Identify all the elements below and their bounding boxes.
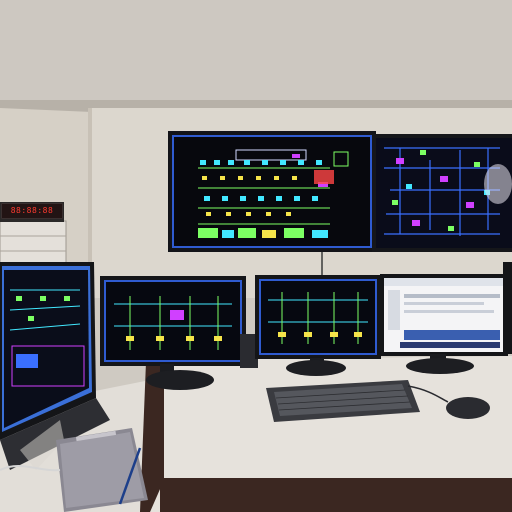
- desk-front-edge: [160, 478, 512, 512]
- control-room-scene: 88:88:88: [0, 0, 512, 512]
- scene-graphic: [0, 0, 512, 512]
- digital-clock: 88:88:88: [1, 203, 63, 219]
- wall-monitor-right: [372, 134, 512, 252]
- equipment-rack: [0, 220, 67, 267]
- ceiling: [0, 0, 512, 110]
- mouse: [446, 397, 490, 419]
- desk-monitor-4: [503, 262, 512, 354]
- wall-monitor-left: [168, 131, 376, 252]
- notebook: [56, 428, 148, 512]
